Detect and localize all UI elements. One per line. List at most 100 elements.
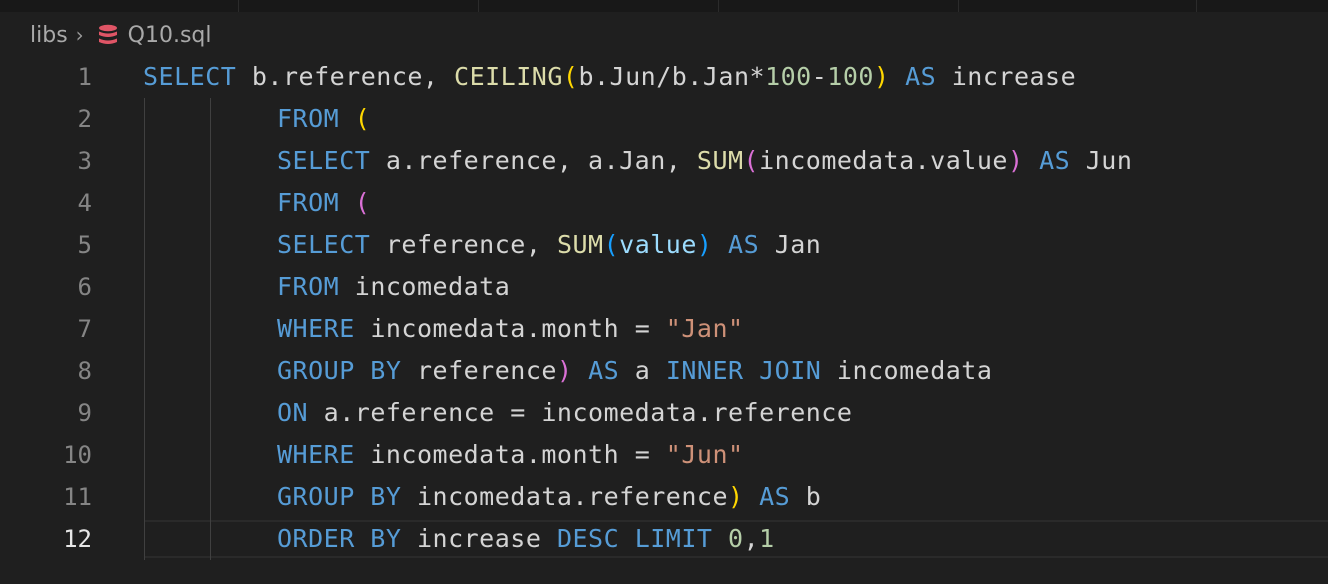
code-token: - [811,62,828,91]
code-token: WHERE [277,440,355,469]
line-number: 8 [77,357,92,385]
code-token: ( [743,146,760,175]
code-token: AS [588,356,620,385]
code-text[interactable]: WHERE incomedata.month = "Jun" [277,434,744,476]
code-token: FROM [277,188,340,217]
code-token: DESC LIMIT [556,524,713,553]
code-line[interactable]: 11 GROUP BY incomedata.reference) AS b [0,476,1328,518]
code-line[interactable]: 4 FROM ( [0,182,1328,224]
code-token: a.reference, a.Jan, [370,146,697,175]
code-token: FROM [277,272,340,301]
code-text[interactable]: GROUP BY reference) AS a INNER JOIN inco… [277,350,992,392]
code-text[interactable]: FROM incomedata [277,266,510,308]
code-token: INNER JOIN [665,356,822,385]
code-text[interactable]: ORDER BY increase DESC LIMIT 0,1 [277,518,775,560]
code-token: b.reference, [236,62,455,91]
code-token: 0 [728,524,744,553]
line-number: 10 [63,441,92,469]
line-number: 9 [77,399,92,427]
code-token: ) [556,356,573,385]
line-number: 6 [77,273,92,301]
code-token: ORDER BY [277,524,402,553]
line-number: 4 [77,189,92,217]
code-token: increase [936,62,1077,91]
code-token: incomedata.month = [354,440,666,469]
breadcrumb: libs › Q10.sql [30,18,212,52]
code-token: SUM [696,146,744,175]
code-text[interactable]: FROM ( [277,98,370,140]
code-token: ) [728,482,744,511]
code-token: value [619,230,697,259]
code-token: "Jan" [665,314,744,343]
code-token: incomedata.value [759,146,1008,175]
code-token: b [790,482,822,511]
code-token: 1 [759,524,775,553]
code-line[interactable]: 3 SELECT a.reference, a.Jan, SUM(incomeda… [0,140,1328,182]
code-text[interactable]: SELECT a.reference, a.Jan, SUM(incomedat… [277,140,1132,182]
code-token: 100 [765,62,812,91]
code-token: AS [1039,146,1071,175]
code-token: ( [562,62,579,91]
code-token: incomedata [821,356,993,385]
code-line[interactable]: 1 SELECT b.reference, CEILING(b.Jun/b.Jan… [0,56,1328,98]
code-line[interactable]: 10 WHERE incomedata.month = "Jun" [0,434,1328,476]
code-line[interactable]: 5 SELECT reference, SUM(value) AS Jan [0,224,1328,266]
code-token: ) [696,230,713,259]
code-token: Jun [1070,146,1133,175]
code-token: SELECT [143,62,237,91]
code-token: b.Jun/b.Jan* [578,62,766,91]
code-token: CEILING [454,62,563,91]
code-token: reference, [370,230,557,259]
tab-divider [1196,0,1197,12]
breadcrumb-file[interactable]: Q10.sql [128,23,212,48]
code-token: SELECT [277,230,371,259]
indent-guide [210,98,211,560]
code-text[interactable]: SELECT reference, SUM(value) AS Jan [277,224,821,266]
code-line[interactable]: 8 GROUP BY reference) AS a INNER JOIN inc… [0,350,1328,392]
code-line[interactable]: 6 FROM incomedata [0,266,1328,308]
line-number: 11 [63,483,92,511]
line-number: 12 [63,525,92,553]
code-token: , [743,524,760,553]
code-token: ( [354,104,371,133]
code-line[interactable]: 9 ON a.reference = incomedata.reference [0,392,1328,434]
database-icon [98,24,118,46]
code-token: AS [905,62,937,91]
code-token: a [619,356,666,385]
line-number: 3 [77,147,92,175]
tab-divider [958,0,959,12]
tab-divider [238,0,239,12]
code-token: incomedata [339,272,511,301]
editor-tab-strip[interactable] [0,0,1328,12]
code-text[interactable]: SELECT b.reference, CEILING(b.Jun/b.Jan*… [143,56,1076,98]
code-token: incomedata.month = [354,314,666,343]
code-line[interactable]: 7 WHERE incomedata.month = "Jan" [0,308,1328,350]
code-editor[interactable]: 1 SELECT b.reference, CEILING(b.Jun/b.Jan… [0,56,1328,560]
code-token: SELECT [277,146,371,175]
code-token: GROUP BY [277,356,402,385]
line-number: 5 [77,231,92,259]
code-token: a.reference = incomedata.reference [308,398,853,427]
code-text[interactable]: FROM ( [277,182,370,224]
breadcrumb-separator: › [75,23,84,47]
code-token: ON [277,398,309,427]
breadcrumb-folder[interactable]: libs [30,23,68,48]
code-token: incomedata.reference [401,482,728,511]
code-token: "Jun" [665,440,744,469]
code-token: FROM [277,104,340,133]
code-text[interactable]: ON a.reference = incomedata.reference [277,392,852,434]
code-text[interactable]: GROUP BY incomedata.reference) AS b [277,476,821,518]
code-text[interactable]: WHERE incomedata.month = "Jan" [277,308,744,350]
tab-divider [718,0,719,12]
indent-guide [144,98,145,560]
code-token: Jan [759,230,822,259]
code-line[interactable]: 12 ORDER BY increase DESC LIMIT 0,1 [0,518,1328,560]
code-line[interactable]: 2 FROM ( [0,98,1328,140]
